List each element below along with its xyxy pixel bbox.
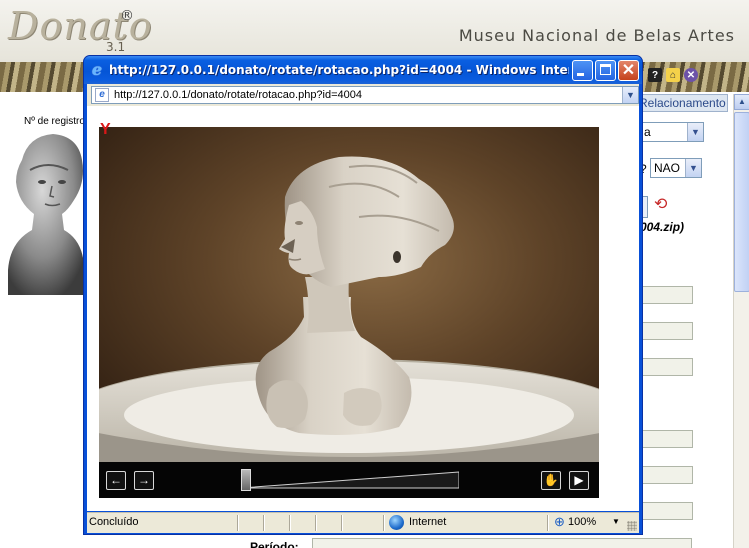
play-button[interactable]: ▶ bbox=[569, 471, 589, 490]
globe-icon bbox=[389, 515, 404, 530]
chevron-down-icon: ▼ bbox=[687, 123, 703, 141]
close-app-icon[interactable]: ✕ bbox=[684, 68, 698, 82]
registered-mark: ® bbox=[120, 8, 134, 24]
scroll-up-icon[interactable]: ▲ bbox=[734, 94, 749, 110]
minimize-icon bbox=[577, 73, 584, 76]
chevron-down-icon: ▼ bbox=[685, 159, 701, 177]
text-field[interactable] bbox=[640, 286, 693, 304]
maximize-button[interactable] bbox=[595, 60, 616, 81]
status-divider bbox=[289, 515, 290, 531]
status-divider bbox=[263, 515, 264, 531]
sculpture-image[interactable] bbox=[99, 127, 599, 462]
popup-window: e http://127.0.0.1/donato/rotate/rotacao… bbox=[83, 55, 643, 535]
text-field[interactable] bbox=[640, 430, 693, 448]
periodo-label: Período: bbox=[250, 540, 299, 548]
rotate-right-button[interactable]: → bbox=[134, 471, 154, 490]
status-divider bbox=[341, 515, 342, 531]
status-divider bbox=[383, 515, 384, 531]
refresh-icon[interactable]: ⟲ bbox=[654, 194, 667, 214]
viewer-content: Y ← → ✋ ▶ bbox=[87, 106, 639, 511]
minimize-button[interactable] bbox=[572, 60, 593, 81]
maximize-icon bbox=[600, 64, 611, 75]
logo-version: 3.1 bbox=[106, 40, 126, 54]
help-icon[interactable]: ? bbox=[648, 68, 662, 82]
hand-icon: ✋ bbox=[543, 473, 559, 487]
address-url: http://127.0.0.1/donato/rotate/rotacao.p… bbox=[114, 89, 363, 101]
museum-name: Museu Nacional de Belas Artes bbox=[458, 26, 735, 45]
close-button[interactable]: ✕ bbox=[618, 60, 639, 81]
page-icon: e bbox=[95, 88, 109, 102]
close-icon: ✕ bbox=[621, 62, 636, 79]
zoom-level[interactable]: 100% bbox=[568, 516, 596, 528]
zip-file-text: 004.zip) bbox=[640, 220, 685, 234]
zoom-dropdown-icon[interactable]: ▼ bbox=[612, 517, 620, 526]
status-divider bbox=[547, 515, 548, 531]
page-scrollbar[interactable]: ▲ bbox=[733, 94, 749, 548]
title-bar[interactable]: e http://127.0.0.1/donato/rotate/rotacao… bbox=[84, 56, 642, 84]
zoom-icon[interactable]: ⊕ bbox=[554, 514, 565, 530]
status-text: Concluído bbox=[89, 516, 139, 528]
arrow-right-icon: → bbox=[138, 473, 150, 487]
status-divider bbox=[237, 515, 238, 531]
chevron-down-icon[interactable]: ▼ bbox=[622, 87, 638, 103]
slider-handle[interactable] bbox=[241, 469, 251, 491]
rotation-slider[interactable] bbox=[241, 470, 459, 490]
rotate-left-button[interactable]: ← bbox=[106, 471, 126, 490]
tab-relacionamento[interactable]: Relacionamento bbox=[636, 94, 728, 112]
header-icon-group: ? ⌂ ✕ bbox=[648, 68, 698, 82]
resize-grip[interactable] bbox=[627, 521, 637, 531]
home-icon[interactable]: ⌂ bbox=[666, 68, 680, 82]
address-bar: e http://127.0.0.1/donato/rotate/rotacao… bbox=[87, 84, 639, 106]
field-select[interactable]: a ▼ bbox=[640, 122, 704, 142]
scrollbar-thumb[interactable] bbox=[734, 112, 749, 292]
register-number-label: Nº de registro bbox=[24, 116, 85, 127]
status-bar: Concluído Internet ⊕ 100% ▼ bbox=[87, 512, 639, 533]
text-field[interactable] bbox=[640, 466, 693, 484]
address-input[interactable]: e http://127.0.0.1/donato/rotate/rotacao… bbox=[91, 86, 639, 104]
window-title: http://127.0.0.1/donato/rotate/rotacao.p… bbox=[109, 63, 569, 77]
status-divider bbox=[315, 515, 316, 531]
pan-button[interactable]: ✋ bbox=[541, 471, 561, 490]
periodo-field[interactable] bbox=[312, 538, 692, 548]
viewer-mark: Y bbox=[100, 121, 111, 138]
play-pause-icon: ▶ bbox=[574, 473, 584, 487]
internet-explorer-icon: e bbox=[91, 60, 103, 79]
text-field[interactable] bbox=[640, 502, 693, 520]
nao-select[interactable]: NAO ▼ bbox=[650, 158, 702, 178]
text-field[interactable] bbox=[640, 358, 693, 376]
app-header: Donato ® 3.1 Museu Nacional de Belas Art… bbox=[0, 0, 749, 62]
bust-thumbnail bbox=[8, 134, 84, 295]
nao-select-value: NAO bbox=[654, 161, 681, 175]
viewer-controls: ← → ✋ ▶ bbox=[99, 462, 599, 498]
text-field[interactable] bbox=[640, 322, 693, 340]
arrow-left-icon: ← bbox=[110, 473, 122, 487]
security-zone: Internet bbox=[409, 516, 447, 528]
field-select-value: a bbox=[644, 125, 651, 139]
